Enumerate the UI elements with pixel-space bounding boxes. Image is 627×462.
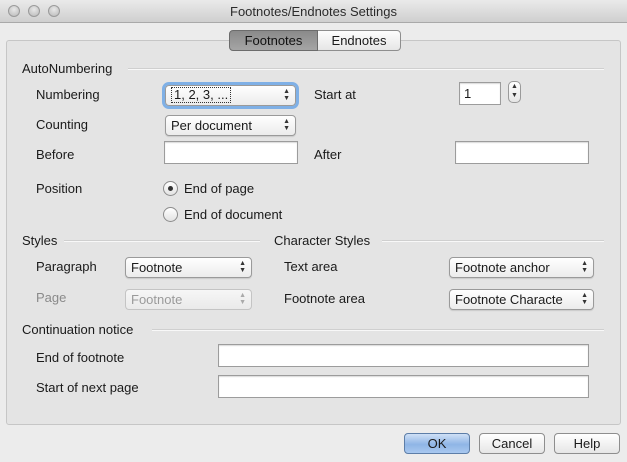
ok-button[interactable]: OK (404, 433, 470, 454)
end-of-page-label[interactable]: End of page (184, 181, 254, 196)
counting-select[interactable]: Per document ▲ ▼ (165, 115, 296, 136)
title-bar: Footnotes/Endnotes Settings (0, 0, 627, 23)
end-of-footnote-label: End of footnote (36, 350, 125, 365)
end-of-document-label[interactable]: End of document (184, 207, 282, 222)
start-of-next-page-input[interactable] (218, 375, 589, 398)
continuation-heading: Continuation notice (22, 322, 134, 337)
chevron-up-down-icon: ▲ ▼ (283, 88, 290, 102)
window-title: Footnotes/Endnotes Settings (230, 4, 397, 19)
tab-bar: Footnotes Endnotes (229, 30, 401, 51)
section-divider (152, 329, 604, 331)
paragraph-style-select[interactable]: Footnote ▲ ▼ (125, 257, 252, 278)
character-styles-heading: Character Styles (274, 233, 371, 248)
start-at-input[interactable]: 1 (459, 82, 501, 105)
page-style-select: Footnote ▲ ▼ (125, 289, 252, 310)
end-of-document-radio[interactable] (163, 207, 178, 222)
paragraph-label: Paragraph (36, 259, 97, 274)
footnote-area-label: Footnote area (284, 291, 365, 306)
after-label: After (314, 147, 342, 162)
section-divider (382, 240, 604, 242)
before-label: Before (36, 147, 75, 162)
start-of-next-page-label: Start of next page (36, 380, 139, 395)
end-of-page-radio[interactable] (163, 181, 178, 196)
styles-heading: Styles (22, 233, 58, 248)
start-at-stepper[interactable]: ▲ ▼ (508, 81, 521, 103)
text-area-select[interactable]: Footnote anchor ▲ ▼ (449, 257, 594, 278)
chevron-up-down-icon: ▲ ▼ (239, 292, 246, 306)
help-button[interactable]: Help (554, 433, 620, 454)
chevron-up-down-icon: ▲ ▼ (239, 260, 246, 274)
section-divider (64, 240, 260, 242)
end-of-footnote-input[interactable] (218, 344, 589, 367)
after-input[interactable] (455, 141, 589, 164)
text-area-value: Footnote anchor (455, 260, 550, 275)
footnote-area-select[interactable]: Footnote Characte ▲ ▼ (449, 289, 594, 310)
numbering-select[interactable]: 1, 2, 3, ... ▲ ▼ (162, 82, 299, 109)
text-area-label: Text area (284, 259, 338, 274)
position-label: Position (36, 181, 83, 196)
numbering-value: 1, 2, 3, ... (171, 87, 232, 103)
footnote-area-value: Footnote Characte (455, 292, 563, 307)
page-label: Page (36, 290, 67, 305)
numbering-label: Numbering (36, 87, 100, 102)
section-divider (128, 68, 604, 70)
page-style-value: Footnote (131, 292, 183, 307)
chevron-up-down-icon: ▲ ▼ (581, 292, 588, 306)
counting-value: Per document (171, 118, 252, 133)
cancel-button[interactable]: Cancel (479, 433, 545, 454)
counting-label: Counting (36, 117, 89, 132)
paragraph-style-value: Footnote (131, 260, 183, 275)
chevron-up-down-icon: ▲ ▼ (581, 260, 588, 274)
autonumbering-heading: AutoNumbering (22, 61, 113, 76)
tab-footnotes[interactable]: Footnotes (229, 30, 318, 51)
tab-endnotes[interactable]: Endnotes (318, 30, 401, 51)
chevron-up-down-icon: ▲ ▼ (283, 118, 290, 132)
before-input[interactable] (164, 141, 298, 164)
start-at-label: Start at (314, 87, 356, 102)
